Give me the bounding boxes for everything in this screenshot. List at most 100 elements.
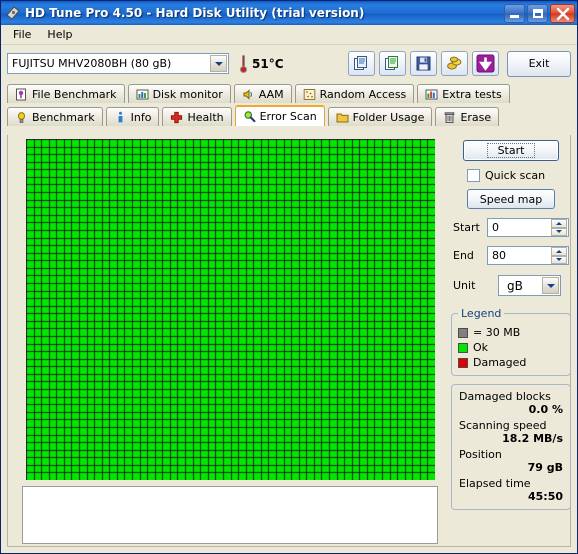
dots-icon: [303, 88, 315, 100]
unit-label: Unit: [453, 279, 476, 292]
stat-label: Scanning speed: [459, 419, 547, 432]
quick-scan-checkbox[interactable]: [467, 169, 480, 182]
extra-tests-icon: [425, 89, 438, 99]
range-start-row: Start 0: [451, 218, 571, 237]
tab-bar: File Benchmark Disk monitor AAM Random A…: [1, 82, 577, 126]
range-start-value: 0: [492, 221, 499, 234]
temperature-indicator: 51°C: [239, 54, 284, 73]
tab-benchmark[interactable]: Benchmark: [7, 107, 103, 126]
chevron-down-icon[interactable]: [210, 55, 227, 72]
stepper-up-icon[interactable]: [551, 219, 567, 228]
unit-value: gB: [507, 278, 523, 293]
tab-label: Disk monitor: [152, 87, 223, 101]
speaker-icon: [243, 88, 252, 100]
tab-file-benchmark[interactable]: File Benchmark: [7, 84, 125, 103]
stepper-up-icon[interactable]: [551, 247, 567, 256]
range-end-input[interactable]: 80: [487, 246, 569, 265]
start-button-label: Start: [486, 143, 536, 158]
quick-scan-row[interactable]: Quick scan: [467, 169, 571, 182]
scan-controls: Start Quick scan Speed map Start 0 End 8…: [451, 137, 571, 510]
exit-button[interactable]: Exit: [507, 50, 571, 77]
tab-label: Benchmark: [32, 110, 95, 124]
range-start-stepper[interactable]: [551, 219, 567, 236]
stat-label: Damaged blocks: [459, 390, 551, 403]
tab-health[interactable]: Health: [162, 107, 232, 126]
range-start-input[interactable]: 0: [487, 218, 569, 237]
window-controls: [504, 3, 575, 23]
menu-help[interactable]: Help: [39, 26, 80, 43]
application-window: HD Tune Pro 4.50 - Hard Disk Utility (tr…: [0, 0, 578, 554]
temperature-value: 51°C: [252, 56, 284, 71]
tab-label: Health: [187, 110, 224, 124]
window-title: HD Tune Pro 4.50 - Hard Disk Utility (tr…: [25, 6, 365, 20]
bar-chart-icon: [136, 89, 149, 99]
red-cross-icon: [171, 111, 183, 123]
unit-select[interactable]: gB: [498, 275, 561, 296]
tab-label: File Benchmark: [32, 87, 117, 101]
tab-extra-tests[interactable]: Extra tests: [417, 84, 510, 103]
save-button[interactable]: [410, 51, 437, 76]
title-bar: HD Tune Pro 4.50 - Hard Disk Utility (tr…: [1, 1, 577, 25]
range-end-stepper[interactable]: [551, 247, 567, 264]
legend-item: Ok: [458, 341, 564, 354]
tab-erase[interactable]: Erase: [435, 107, 500, 126]
legend-label: Ok: [473, 341, 489, 354]
range-end-row: End 80: [451, 246, 571, 265]
start-button[interactable]: Start: [463, 140, 559, 161]
stat-value: 0.0 %: [528, 403, 563, 416]
drive-select[interactable]: FUJITSU MHV2080BH (80 gB): [7, 53, 229, 74]
tab-folder-usage[interactable]: Folder Usage: [327, 107, 433, 126]
tab-label: Extra tests: [442, 87, 502, 101]
legend-swatch-red: [458, 357, 468, 368]
copy-to-excel-button[interactable]: [379, 51, 406, 76]
stepper-down-icon[interactable]: [551, 255, 567, 264]
unit-row: Unit gB: [451, 275, 571, 296]
toolbar-buttons: [348, 51, 499, 76]
stat-value: 79 gB: [527, 461, 563, 474]
chevron-down-icon[interactable]: [542, 277, 559, 294]
toolbar: FUJITSU MHV2080BH (80 gB) 51°C Exit: [1, 45, 577, 82]
quick-scan-label: Quick scan: [485, 169, 546, 182]
speed-map-button[interactable]: Speed map: [467, 189, 555, 209]
speed-map-label: Speed map: [479, 192, 543, 206]
tab-label: Error Scan: [259, 110, 317, 123]
legend-item: = 30 MB: [458, 326, 564, 339]
tab-disk-monitor[interactable]: Disk monitor: [127, 84, 231, 103]
error-scan-panel: Start Quick scan Speed map Start 0 End 8…: [7, 135, 571, 547]
stat-value: 18.2 MB/s: [502, 432, 563, 445]
gold-coins-icon[interactable]: [441, 51, 468, 76]
tab-error-scan[interactable]: Error Scan: [234, 105, 325, 126]
stat-value: 45:50: [527, 490, 563, 503]
statistics-box: Damaged blocks 0.0 % Scanning speed 18.2…: [451, 384, 571, 510]
trash-icon: [445, 111, 455, 123]
bulb-icon: [18, 111, 25, 123]
legend-label: Damaged: [473, 356, 527, 369]
info-icon: [118, 111, 123, 122]
tab-random-access[interactable]: Random Access: [294, 84, 415, 103]
copy-to-clipboard-button[interactable]: [348, 51, 375, 76]
tab-info[interactable]: Info: [105, 107, 160, 126]
legend-swatch-green: [458, 342, 468, 353]
magnifier-icon: [244, 111, 256, 123]
close-button[interactable]: [550, 3, 575, 23]
folder-icon: [336, 113, 349, 122]
minimize-button[interactable]: [504, 3, 525, 23]
scan-block-map[interactable]: [26, 139, 435, 480]
menu-file[interactable]: File: [5, 26, 39, 43]
tab-row-2: Benchmark Info Health Error Scan Folder …: [7, 105, 571, 126]
tab-label: Erase: [460, 110, 492, 124]
tab-aam[interactable]: AAM: [233, 84, 292, 103]
menu-bar: File Help: [1, 25, 577, 45]
range-end-label: End: [453, 249, 474, 262]
tab-row-1: File Benchmark Disk monitor AAM Random A…: [7, 82, 571, 103]
tab-label: AAM: [258, 87, 284, 101]
disk-icon: [5, 5, 21, 21]
range-end-value: 80: [492, 249, 506, 262]
tab-label: Folder Usage: [352, 110, 425, 124]
scan-log[interactable]: [22, 486, 438, 544]
stepper-down-icon[interactable]: [551, 227, 567, 236]
stat-label: Position: [459, 448, 502, 461]
stat-label: Elapsed time: [459, 477, 531, 490]
purple-down-arrow-icon[interactable]: [472, 51, 499, 76]
maximize-button[interactable]: [527, 3, 548, 23]
